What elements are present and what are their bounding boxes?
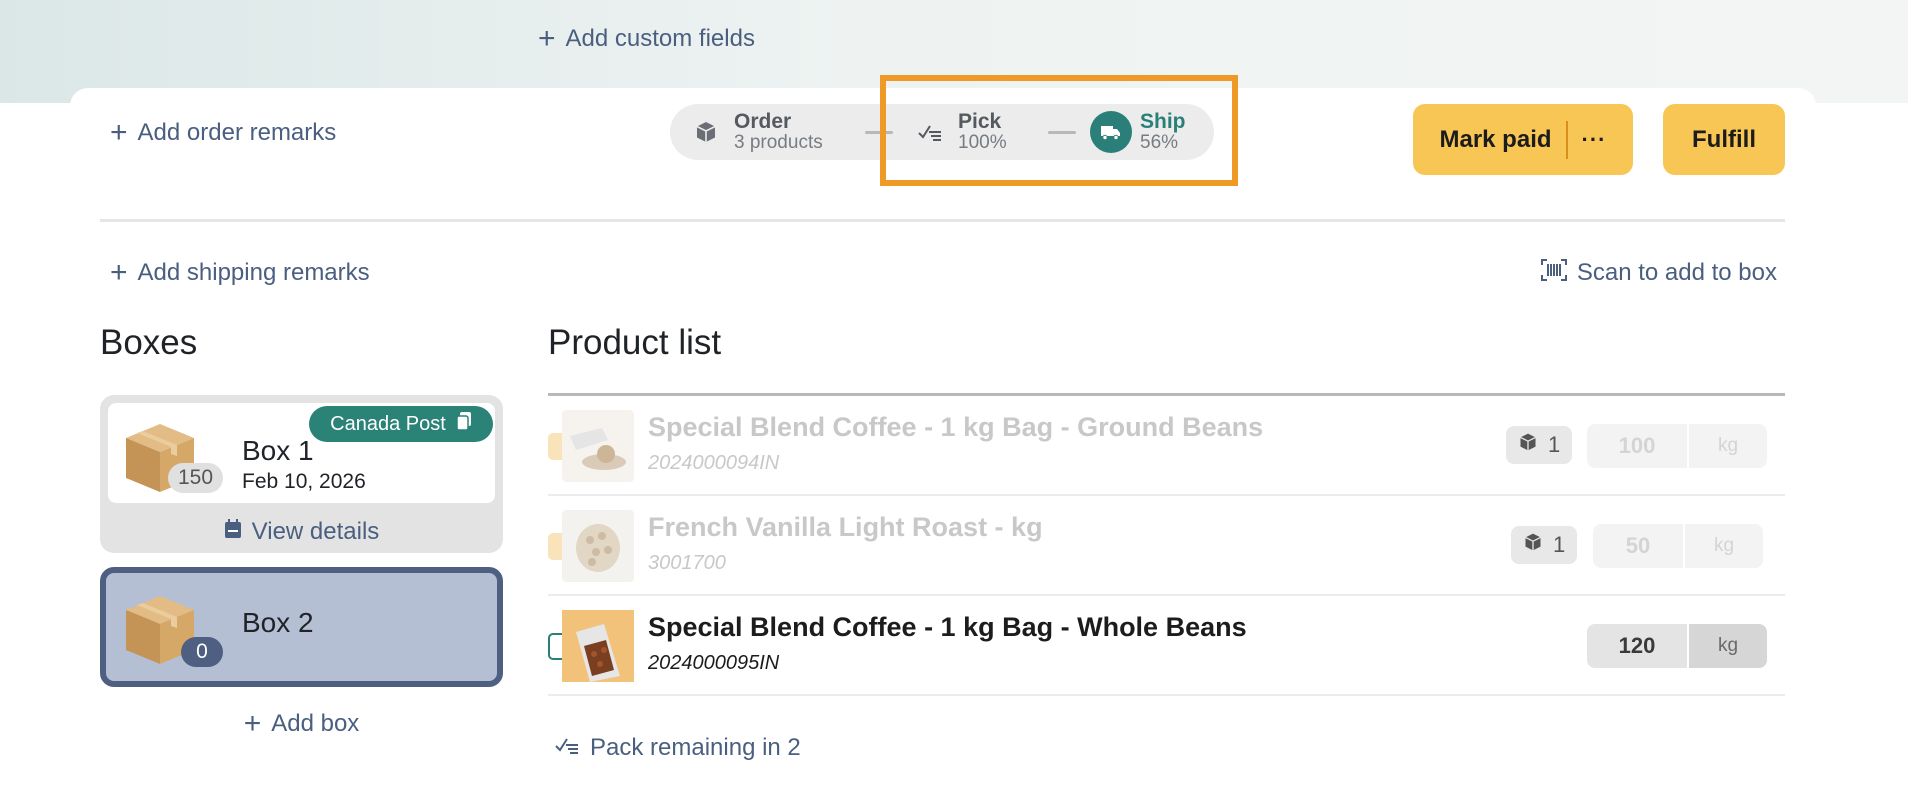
package-icon: [1518, 432, 1538, 458]
plus-icon: +: [538, 22, 556, 55]
box-date: Feb 10, 2026: [242, 470, 366, 493]
step-separator: [1048, 131, 1076, 134]
step-ship-sub: 56%: [1140, 132, 1179, 153]
step-pick[interactable]: Pick 100%: [910, 104, 1007, 160]
box-assignment-badge: 1: [1511, 526, 1578, 564]
box-assignment-count: 1: [1553, 532, 1566, 557]
quantity-value: 100: [1587, 424, 1687, 468]
button-divider: [1565, 120, 1568, 159]
package-icon: [1523, 532, 1543, 558]
product-thumbnail: [562, 610, 634, 682]
copy-icon[interactable]: [456, 411, 472, 437]
product-list-heading: Product list: [548, 323, 722, 362]
step-order[interactable]: Order 3 products: [686, 104, 823, 160]
plus-icon: +: [110, 256, 128, 289]
fulfill-button[interactable]: Fulfill: [1663, 104, 1785, 175]
view-details-label: View details: [251, 518, 380, 545]
truck-icon: [1090, 111, 1132, 153]
add-order-remarks-link[interactable]: + Add order remarks: [110, 116, 336, 150]
product-row[interactable]: Special Blend Coffee - 1 kg Bag - Whole …: [548, 596, 1785, 696]
step-pick-label: Pick: [958, 110, 1002, 133]
carrier-badge[interactable]: Canada Post: [309, 406, 493, 442]
pack-remaining-label: Pack remaining in 2: [590, 734, 801, 761]
view-details-link[interactable]: View details: [100, 517, 503, 547]
boxes-heading: Boxes: [100, 323, 198, 362]
carrier-label: Canada Post: [330, 412, 446, 435]
checklist-icon: [910, 112, 950, 152]
product-thumbnail: [562, 410, 634, 482]
product-row[interactable]: Special Blend Coffee - 1 kg Bag - Ground…: [548, 396, 1785, 496]
product-sku: 2024000094IN: [648, 452, 780, 474]
scan-to-add-label: Scan to add to box: [1576, 259, 1777, 286]
add-shipping-remarks-label: Add shipping remarks: [137, 259, 370, 286]
quantity-field[interactable]: 100 kg: [1587, 424, 1767, 468]
package-icon: [686, 112, 726, 152]
box-item-count-badge: 150: [168, 463, 224, 493]
product-name: Special Blend Coffee - 1 kg Bag - Whole …: [648, 612, 1247, 642]
step-separator: [865, 131, 893, 134]
box-item-count-badge: 0: [181, 637, 223, 667]
box-title: Box 2: [242, 607, 314, 638]
quantity-value: 120: [1587, 624, 1687, 668]
add-box-label: Add box: [271, 710, 360, 737]
add-shipping-remarks-link[interactable]: + Add shipping remarks: [110, 256, 370, 290]
add-custom-fields-label: Add custom fields: [565, 25, 755, 52]
plus-icon: +: [110, 116, 128, 149]
add-box-button[interactable]: + Add box: [100, 707, 503, 741]
label-printer-icon: [224, 518, 242, 546]
add-order-remarks-label: Add order remarks: [137, 119, 337, 146]
box-assignment-badge: 1: [1506, 426, 1573, 464]
product-sku: 2024000095IN: [648, 652, 780, 674]
divider: [100, 219, 1785, 222]
box-assignment-count: 1: [1548, 432, 1561, 457]
mark-paid-button[interactable]: Mark paid ···: [1413, 104, 1633, 175]
step-ship[interactable]: Ship 56%: [1090, 104, 1186, 160]
product-name: Special Blend Coffee - 1 kg Bag - Ground…: [648, 412, 1264, 442]
more-options-icon[interactable]: ···: [1582, 127, 1607, 153]
step-order-sub: 3 products: [734, 132, 823, 153]
product-row[interactable]: French Vanilla Light Roast - kg 3001700 …: [548, 496, 1785, 596]
quantity-field[interactable]: 120 kg: [1587, 624, 1767, 668]
product-sku: 3001700: [648, 552, 726, 574]
scan-to-add-link[interactable]: Scan to add to box: [1540, 256, 1777, 290]
checklist-icon: [554, 734, 580, 763]
pack-remaining-link[interactable]: Pack remaining in 2: [554, 731, 801, 765]
step-pick-sub: 100%: [958, 132, 1007, 153]
product-thumbnail: [562, 510, 634, 582]
add-custom-fields-link[interactable]: + Add custom fields: [538, 22, 755, 56]
quantity-unit: kg: [1687, 424, 1767, 468]
plus-icon: +: [243, 707, 262, 740]
quantity-unit: kg: [1683, 524, 1763, 568]
fulfillment-progress: Order 3 products Pick 100% Ship 56%: [670, 104, 1214, 160]
box-title: Box 1: [242, 435, 314, 466]
mark-paid-label: Mark paid: [1439, 125, 1552, 153]
product-name: French Vanilla Light Roast - kg: [648, 512, 1043, 542]
barcode-scan-icon: [1540, 258, 1567, 288]
quantity-value: 50: [1593, 524, 1683, 568]
quantity-field[interactable]: 50 kg: [1593, 524, 1763, 568]
step-order-label: Order: [734, 110, 792, 133]
step-ship-label: Ship: [1140, 110, 1186, 133]
quantity-unit: kg: [1687, 624, 1767, 668]
